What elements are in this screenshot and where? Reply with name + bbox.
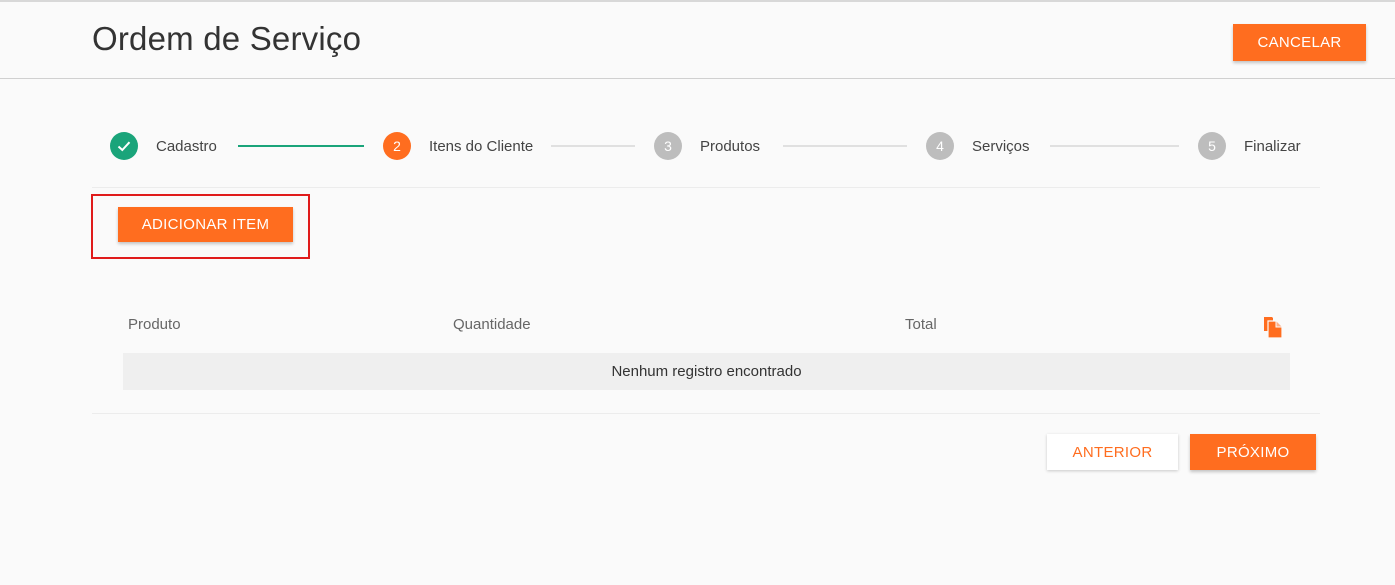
divider [92,187,1320,188]
divider [92,413,1320,414]
step-connector [238,145,364,147]
check-icon [110,132,138,160]
step-connector [551,145,635,147]
stepper: Cadastro 2 Itens do Cliente 3 Produtos 4… [0,128,1395,164]
next-button[interactable]: PRÓXIMO [1190,434,1316,470]
step-label: Serviços [972,137,1030,155]
empty-table-row: Nenhum registro encontrado [123,353,1290,390]
step-number: 2 [383,132,411,160]
copy-file-icon[interactable] [1262,315,1286,339]
page-title: Ordem de Serviço [92,20,362,57]
previous-button[interactable]: ANTERIOR [1047,434,1178,470]
step-number: 5 [1198,132,1226,160]
add-item-button[interactable]: ADICIONAR ITEM [118,207,293,242]
step-produtos[interactable]: 3 Produtos [654,132,760,160]
column-header-total: Total [905,316,937,333]
step-cadastro[interactable]: Cadastro [110,132,217,160]
step-itens-do-cliente[interactable]: 2 Itens do Cliente [383,132,533,160]
column-header-produto: Produto [128,316,181,333]
step-number: 3 [654,132,682,160]
step-connector [1050,145,1179,147]
step-label: Itens do Cliente [429,137,534,155]
cancel-button[interactable]: CANCELAR [1233,24,1366,61]
step-servicos[interactable]: 4 Serviços [926,132,1030,160]
column-header-quantidade: Quantidade [453,316,531,333]
step-connector [783,145,907,147]
step-finalizar[interactable]: 5 Finalizar [1198,132,1301,160]
step-number: 4 [926,132,954,160]
step-label: Produtos [700,137,761,155]
page-header: Ordem de Serviço CANCELAR [0,2,1395,79]
step-label: Finalizar [1244,137,1301,155]
step-label: Cadastro [156,137,217,155]
